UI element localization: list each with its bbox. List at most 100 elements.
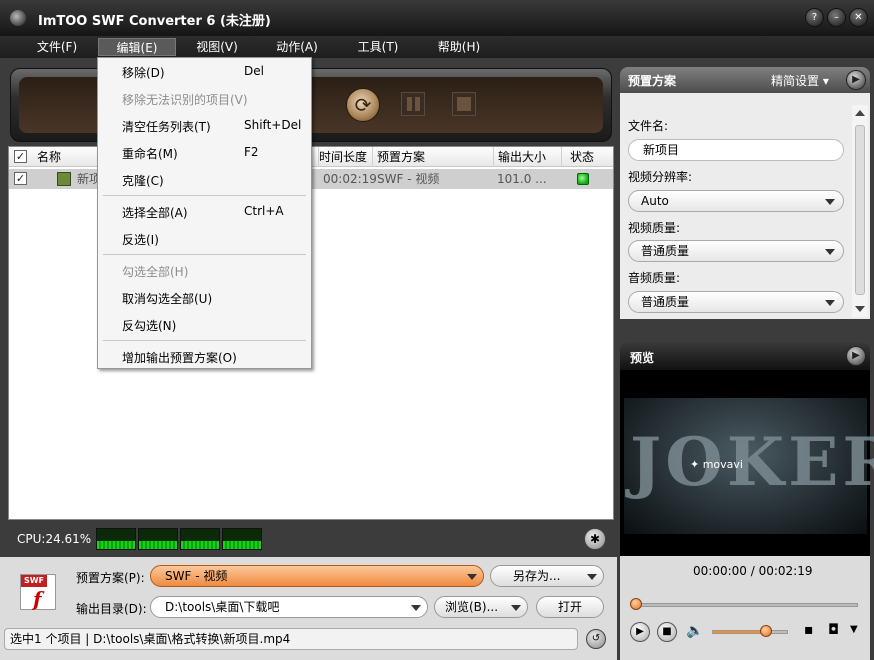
preset-value: SWF - 视频: [165, 569, 228, 583]
preview-expand-icon[interactable]: ▶: [846, 346, 866, 366]
chevron-down-icon: [825, 249, 835, 255]
cpu-meter: CPU:24.61%: [8, 525, 614, 553]
preset-panel-title: 预置方案: [628, 74, 677, 88]
scroll-up-icon[interactable]: [855, 110, 865, 116]
cpu-core-graph: [180, 528, 220, 550]
shortcut-rename: F2: [244, 145, 259, 159]
menu-separator: [103, 254, 306, 255]
scroll-thumb[interactable]: [855, 125, 865, 295]
seek-bar[interactable]: [632, 603, 858, 607]
chevron-down-icon: [467, 574, 477, 580]
cpu-core-graph: [138, 528, 178, 550]
row-preset: SWF - 视频: [377, 172, 440, 186]
volume-icon[interactable]: 🔈: [686, 623, 703, 639]
volume-slider[interactable]: [712, 630, 788, 634]
shortcut-select-all: Ctrl+A: [244, 204, 284, 218]
shortcut-clear-tasks: Shift+Del: [244, 118, 302, 132]
convert-start-icon[interactable]: ⟳: [346, 88, 380, 122]
column-preset[interactable]: 预置方案: [373, 147, 494, 167]
video-quality-select[interactable]: 普通质量: [628, 240, 844, 262]
menu-item-check-all: 勾选全部(H): [122, 265, 189, 279]
cpu-core-graph: [96, 528, 136, 550]
help-button[interactable]: ?: [805, 8, 824, 27]
output-dir-value: D:\tools\桌面\下载吧: [165, 600, 280, 614]
play-icon[interactable]: ▶: [630, 622, 650, 642]
seek-handle[interactable]: [630, 598, 642, 610]
status-bar: 选中1 个项目 | D:\tools\桌面\格式转换\新项目.mp4: [4, 628, 578, 650]
menu-bar: 文件(F) 编辑(E) 视图(V) 动作(A) 工具(T) 帮助(H): [0, 36, 874, 58]
shortcut-remove: Del: [244, 64, 264, 78]
menu-tools[interactable]: 工具(T): [348, 38, 408, 56]
preview-title: 预览: [630, 351, 655, 365]
menu-item-invert-selection[interactable]: 反选(I): [122, 231, 159, 248]
chevron-down-icon[interactable]: ▼: [850, 624, 858, 635]
stop-icon[interactable]: [452, 92, 476, 116]
preview-header: [620, 342, 870, 370]
menu-item-clone[interactable]: 克隆(C): [122, 172, 164, 189]
title-bar: ImTOO SWF Converter 6 (未注册) ? – ✕: [0, 0, 874, 36]
menu-view[interactable]: 视图(V): [186, 38, 248, 56]
menu-item-add-output-preset[interactable]: 增加输出预置方案(O): [122, 349, 237, 366]
menu-action[interactable]: 动作(A): [266, 38, 328, 56]
menu-separator: [103, 195, 306, 196]
menu-item-rename[interactable]: 重命名(M): [122, 145, 178, 162]
volume-handle[interactable]: [760, 625, 772, 637]
audio-quality-select[interactable]: 普通质量: [628, 291, 844, 313]
column-duration[interactable]: 时间长度: [315, 147, 373, 167]
settings-scrollbar[interactable]: [852, 105, 868, 317]
menu-edit[interactable]: 编辑(E): [98, 38, 176, 56]
menu-item-uncheck-all[interactable]: 取消勾选全部(U): [122, 290, 212, 307]
preset-select[interactable]: SWF - 视频: [150, 565, 484, 587]
expand-arrow-icon[interactable]: ▶: [846, 70, 866, 90]
close-button[interactable]: ✕: [849, 8, 868, 27]
menu-item-clear-tasks[interactable]: 清空任务列表(T): [122, 118, 211, 135]
open-button[interactable]: 打开: [536, 596, 604, 618]
stop-playback-icon[interactable]: ■: [657, 622, 677, 642]
resolution-value: Auto: [641, 194, 669, 208]
column-status[interactable]: 状态: [562, 147, 613, 167]
minimize-button[interactable]: –: [827, 8, 846, 27]
settings-tools-icon[interactable]: ✱: [584, 528, 606, 550]
row-output-size: 101.0 ...: [497, 172, 547, 186]
menu-item-remove[interactable]: 移除(D): [122, 64, 165, 81]
menu-file[interactable]: 文件(F): [28, 38, 86, 56]
chevron-down-icon: [411, 605, 421, 611]
filename-label: 文件名:: [628, 119, 669, 133]
log-icon[interactable]: ↺: [586, 629, 606, 649]
simplify-label: 精简设置: [771, 74, 820, 88]
cpu-label: CPU:24.61%: [17, 532, 92, 546]
column-output-size[interactable]: 输出大小: [494, 147, 562, 167]
select-all-checkbox[interactable]: ✓: [14, 150, 27, 163]
browse-button[interactable]: 浏览(B)...: [434, 596, 528, 618]
scroll-down-icon[interactable]: [855, 306, 865, 312]
cpu-graph: [96, 528, 262, 550]
save-as-label: 另存为...: [513, 569, 561, 583]
cpu-core-graph: [222, 528, 262, 550]
filename-field[interactable]: 新项目: [628, 139, 844, 161]
snapshot-folder-icon[interactable]: ▪: [804, 622, 814, 638]
resolution-label: 视频分辨率:: [628, 170, 693, 184]
menu-item-invert-check[interactable]: 反勾选(N): [122, 317, 176, 334]
app-logo-icon: [10, 10, 26, 26]
row-checkbox[interactable]: ✓: [14, 172, 27, 185]
resolution-select[interactable]: Auto: [628, 190, 844, 212]
swf-format-icon: SWF f: [20, 574, 56, 611]
simplify-settings-dropdown[interactable]: 精简设置 ▾: [771, 72, 829, 89]
video-file-icon: [57, 172, 71, 186]
output-dir-label: 输出目录(D):: [76, 602, 147, 616]
pause-icon[interactable]: [401, 92, 425, 116]
camera-icon[interactable]: ◘: [828, 622, 839, 638]
chevron-down-icon: [587, 574, 597, 580]
menu-help[interactable]: 帮助(H): [428, 38, 490, 56]
save-as-button[interactable]: 另存为...: [490, 565, 604, 587]
video-frame-title: JOKER: [630, 423, 874, 501]
output-dir-select[interactable]: D:\tools\桌面\下载吧: [150, 596, 428, 618]
watermark-text: movavi: [702, 458, 743, 471]
audio-quality-value: 普通质量: [641, 295, 690, 309]
browse-label: 浏览(B)...: [445, 600, 499, 614]
swf-badge: SWF: [21, 575, 47, 587]
menu-item-select-all[interactable]: 选择全部(A): [122, 204, 188, 221]
preset-label: 预置方案(P):: [76, 571, 145, 585]
audio-quality-label: 音频质量:: [628, 271, 681, 285]
edit-menu-dropdown: 移除(D) Del 移除无法识别的项目(V) 清空任务列表(T) Shift+D…: [97, 57, 312, 369]
